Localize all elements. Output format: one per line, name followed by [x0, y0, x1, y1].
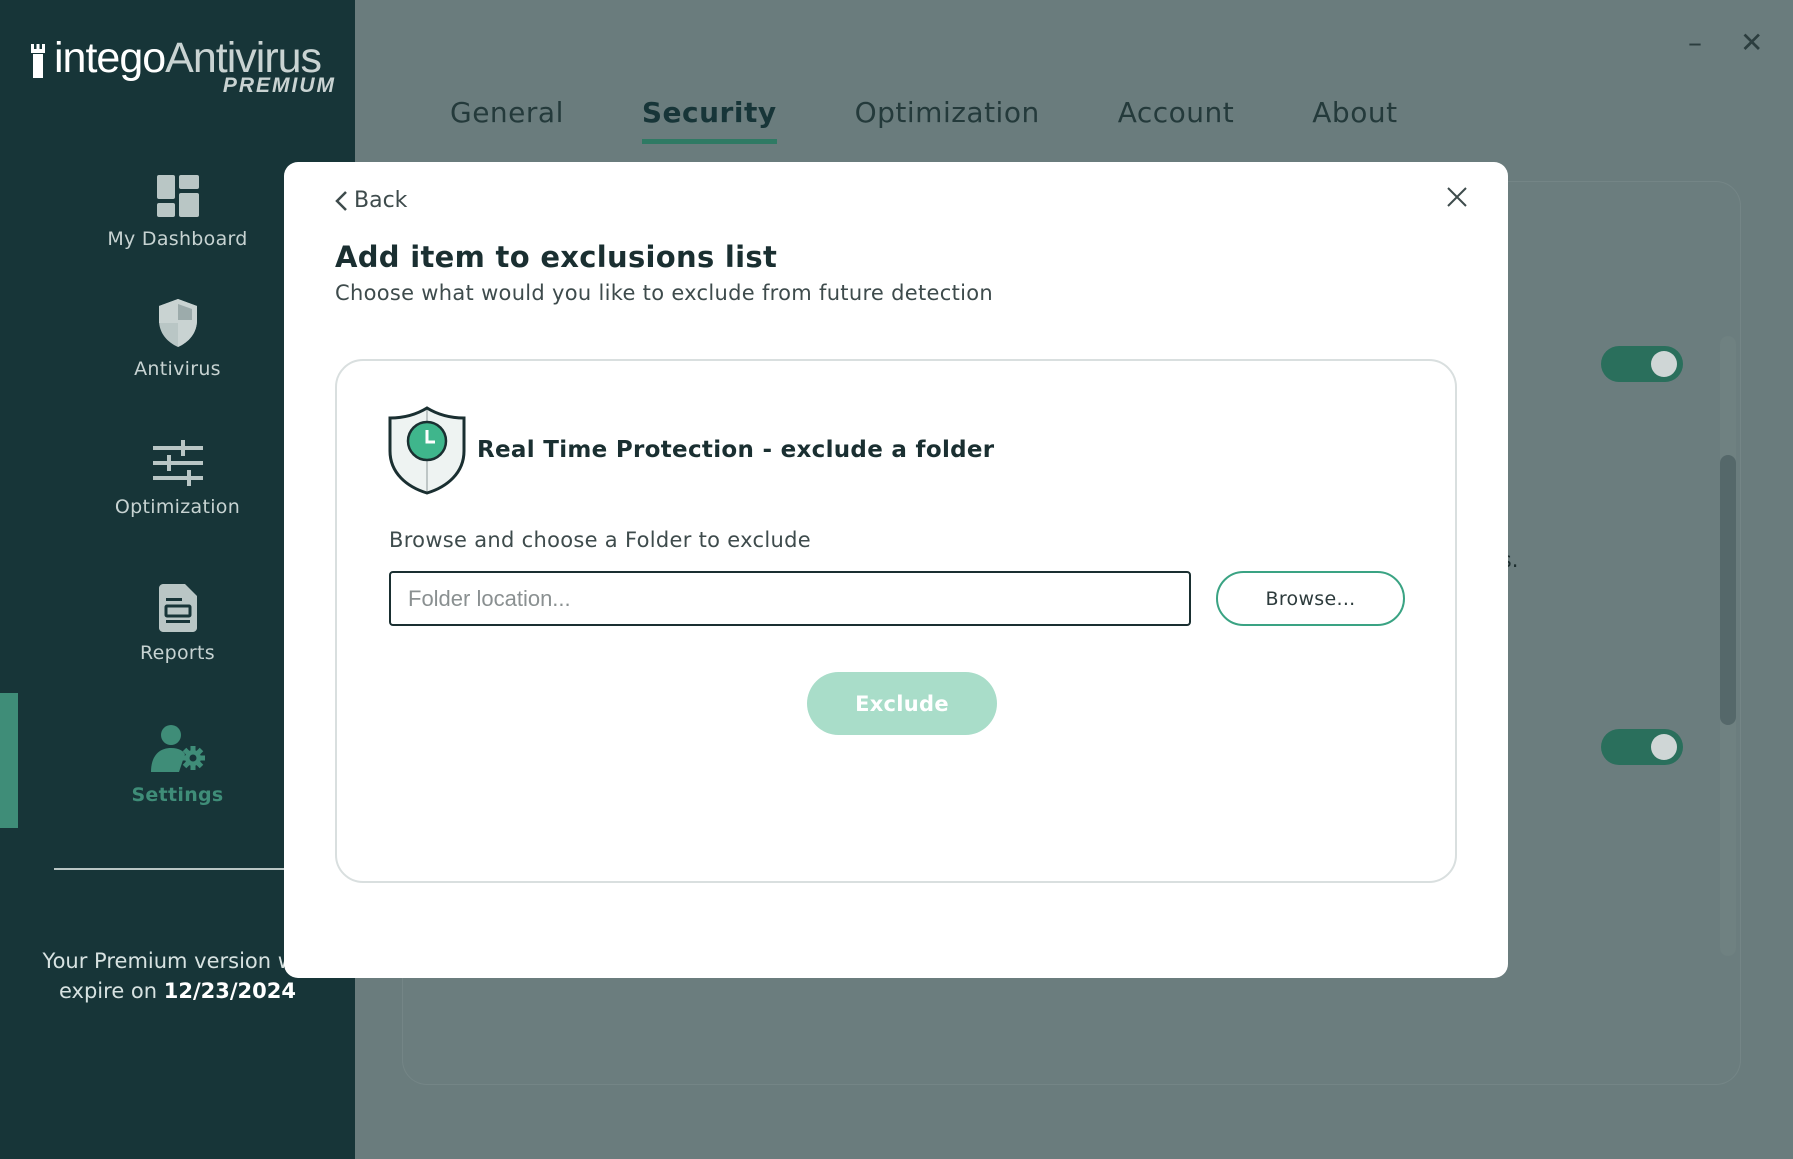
expiry-line-2: expire on 12/23/2024: [0, 976, 355, 1006]
exclude-button[interactable]: Exclude: [807, 672, 997, 735]
tower-logo-icon: [31, 44, 45, 78]
back-label: Back: [354, 188, 408, 213]
scrollbar-thumb[interactable]: [1720, 455, 1736, 725]
browse-button[interactable]: Browse...: [1216, 571, 1405, 626]
exclude-folder-card: Real Time Protection - exclude a folder …: [335, 359, 1457, 883]
tab-optimization[interactable]: Optimization: [855, 96, 1040, 144]
logo-tier: PREMIUM: [222, 74, 336, 97]
logo-brand: intego: [54, 34, 166, 82]
folder-location-input[interactable]: [389, 571, 1191, 626]
background-toggle-1[interactable]: [1601, 346, 1683, 382]
dashboard-grid-icon: [156, 175, 199, 217]
tab-about[interactable]: About: [1312, 96, 1397, 144]
tab-security[interactable]: Security: [641, 96, 777, 144]
expiry-text: expire on: [59, 979, 158, 1003]
folder-field-label: Browse and choose a Folder to exclude: [389, 528, 811, 552]
tab-general[interactable]: General: [450, 96, 564, 144]
minimize-button[interactable]: –: [1688, 26, 1702, 59]
card-header: Real Time Protection - exclude a folder: [387, 405, 994, 495]
sliders-icon: [152, 440, 203, 486]
user-gear-icon: [150, 725, 205, 772]
back-button[interactable]: Back: [334, 188, 407, 213]
tab-account[interactable]: Account: [1118, 96, 1235, 144]
clock-shield-icon: [388, 406, 466, 495]
tab-bar: General Security Optimization Account Ab…: [450, 96, 1476, 144]
exclusions-modal: Back Add item to exclusions list Choose …: [284, 162, 1508, 978]
modal-close-icon[interactable]: [1446, 186, 1468, 208]
expiry-date: 12/23/2024: [163, 979, 296, 1003]
app-logo: intego Antivirus PREMIUM: [30, 34, 334, 104]
modal-subtitle: Choose what would you like to exclude fr…: [335, 281, 993, 305]
window-close-button[interactable]: ✕: [1740, 26, 1763, 59]
document-icon: [158, 584, 197, 632]
chevron-left-icon: [335, 190, 347, 211]
shield-icon: [158, 299, 197, 347]
card-title: Real Time Protection - exclude a folder: [477, 437, 995, 463]
modal-title: Add item to exclusions list: [335, 240, 778, 274]
background-toggle-2[interactable]: [1601, 729, 1683, 765]
